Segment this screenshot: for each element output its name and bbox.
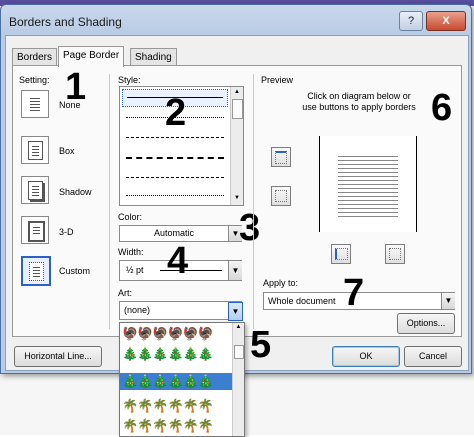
preview-instructions: Click on diagram below or use buttons to… <box>302 91 416 112</box>
preview-diagram[interactable] <box>319 136 417 232</box>
style-scrollbar[interactable]: ▲ ▼ <box>230 87 243 205</box>
scroll-thumb[interactable] <box>232 99 243 119</box>
options-button[interactable]: Options... <box>397 313 455 334</box>
setting-custom-icon[interactable] <box>21 256 51 286</box>
width-value: ½ pt <box>126 265 144 275</box>
art-dropdown[interactable]: (none) ▼ <box>119 301 243 321</box>
annotation-2: 2 <box>165 92 187 134</box>
dialog-client-area: Borders Page Border Shading Setting: 1 N… <box>5 35 469 371</box>
left-border-icon <box>335 248 348 260</box>
style-option-dashed-large[interactable] <box>126 157 224 159</box>
annotation-3: 3 <box>239 207 261 249</box>
art-value: (none) <box>124 305 151 315</box>
top-border-button[interactable] <box>271 147 291 167</box>
cancel-button[interactable]: Cancel <box>404 346 462 367</box>
art-dropdown-arrow-icon[interactable]: ▼ <box>228 302 243 321</box>
art-option-turkeys[interactable]: 🦃🦃🦃🦃🦃🦃 <box>122 325 232 342</box>
tab-page-border[interactable]: Page Border <box>58 46 125 67</box>
setting-3d-icon[interactable] <box>21 216 49 244</box>
art-option-trees[interactable]: 🎄🎄🎄🎄🎄🎄 <box>122 345 232 362</box>
annotation-7: 7 <box>343 272 365 314</box>
apply-to-value: Whole document <box>268 296 336 306</box>
ok-button[interactable]: OK <box>332 346 400 367</box>
divider-left <box>109 74 110 329</box>
preview-text-lines <box>338 156 398 218</box>
color-label: Color: <box>118 212 143 222</box>
annotation-5: 5 <box>250 324 272 366</box>
title-bar[interactable]: Borders and Shading ? X <box>1 5 471 33</box>
close-button[interactable]: X <box>426 11 466 31</box>
top-border-icon <box>275 151 287 164</box>
bottom-border-icon <box>275 190 287 202</box>
tab-shading[interactable]: Shading <box>130 48 177 66</box>
setting-box-icon[interactable] <box>21 136 49 164</box>
help-button[interactable]: ? <box>399 11 423 31</box>
annotation-4: 4 <box>167 240 189 282</box>
art-option-trees-selected[interactable]: 🎄🎄🎄🎄🎄🎄 <box>120 373 236 390</box>
preview-label: Preview <box>261 75 294 85</box>
width-dropdown-arrow-icon[interactable]: ▼ <box>228 261 242 280</box>
art-scroll-thumb[interactable] <box>234 345 244 359</box>
setting-none-icon[interactable] <box>21 90 49 118</box>
bottom-border-button[interactable] <box>271 186 291 206</box>
right-border-icon <box>389 248 401 260</box>
scroll-up-icon[interactable]: ▲ <box>231 87 243 97</box>
art-scroll-up-icon[interactable]: ▲ <box>233 323 244 332</box>
scroll-down-icon[interactable]: ▼ <box>231 193 243 203</box>
setting-none-label[interactable]: None <box>59 100 81 110</box>
color-value: Automatic <box>153 228 195 238</box>
setting-shadow-icon[interactable] <box>21 176 49 204</box>
borders-and-shading-dialog: Borders and Shading ? X Borders Page Bor… <box>0 4 472 374</box>
art-dropdown-list[interactable]: 🦃🦃🦃🦃🦃🦃 🎄🎄🎄🎄🎄🎄 🎄🎄🎄🎄🎄🎄 🌴🌴🌴🌴🌴🌴 🌴🌴🌴🌴🌴🌴 ▲ <box>119 322 245 437</box>
setting-shadow-label[interactable]: Shadow <box>59 187 92 197</box>
style-option-dash-dot[interactable] <box>126 177 224 178</box>
setting-3d-label[interactable]: 3-D <box>59 227 74 237</box>
apply-to-arrow-icon[interactable]: ▼ <box>441 293 455 309</box>
setting-custom-label[interactable]: Custom <box>59 266 90 276</box>
setting-box-label[interactable]: Box <box>59 146 75 156</box>
page-border-panel: Setting: 1 None Box Shadow 3-D Custom St… <box>12 65 462 337</box>
apply-to-label: Apply to: <box>263 278 299 288</box>
divider-right <box>253 74 254 329</box>
art-option-palms[interactable]: 🌴🌴🌴🌴🌴🌴 <box>122 397 232 414</box>
art-label: Art: <box>118 288 133 298</box>
setting-label: Setting: <box>19 75 50 85</box>
style-label: Style: <box>118 75 141 85</box>
style-option-dashed-small[interactable] <box>126 137 224 138</box>
dialog-title: Borders and Shading <box>9 15 122 29</box>
style-option-dash-dot-dot[interactable] <box>126 195 224 196</box>
left-border-button[interactable] <box>331 244 351 264</box>
tab-borders[interactable]: Borders <box>12 48 58 66</box>
width-label: Width: <box>118 247 144 257</box>
art-list-scrollbar[interactable]: ▲ <box>232 323 244 436</box>
annotation-6: 6 <box>431 87 453 129</box>
horizontal-line-button[interactable]: Horizontal Line... <box>14 346 102 367</box>
right-border-button[interactable] <box>385 244 405 264</box>
art-option-palms-2[interactable]: 🌴🌴🌴🌴🌴🌴 <box>122 417 232 434</box>
